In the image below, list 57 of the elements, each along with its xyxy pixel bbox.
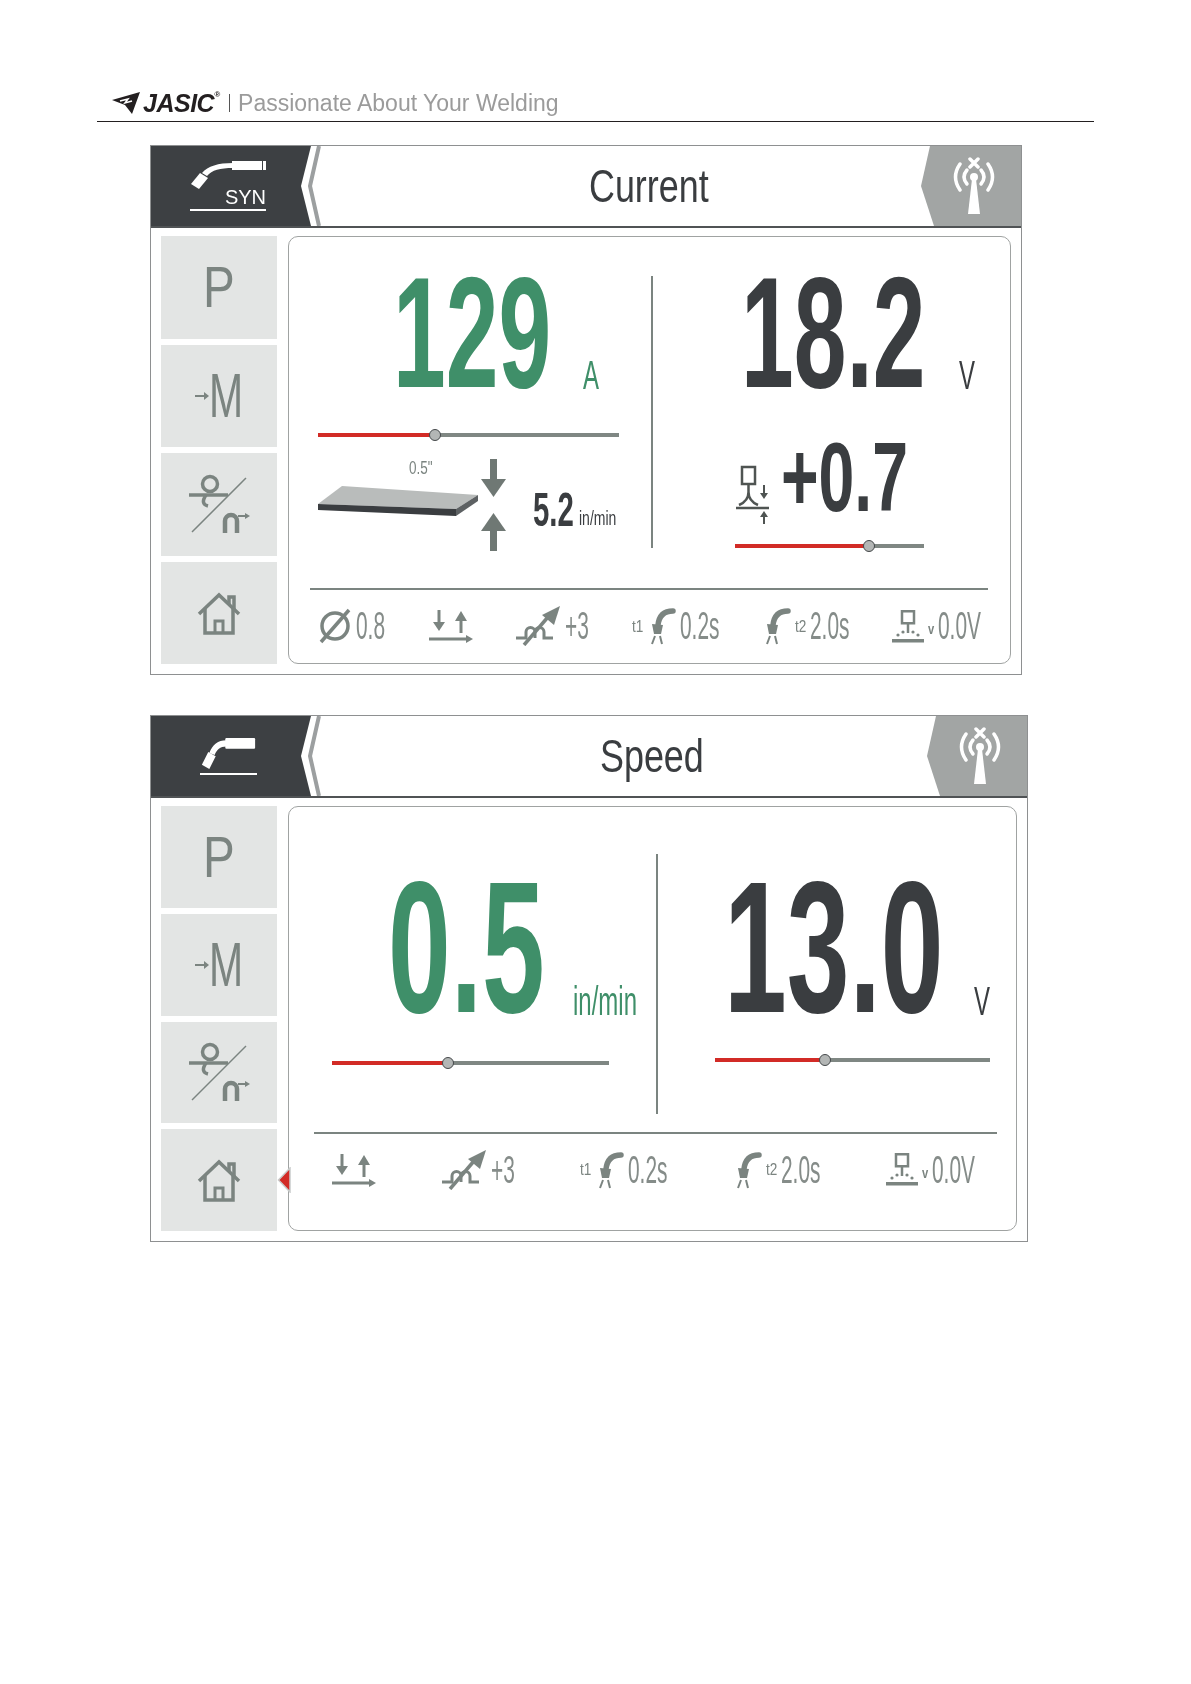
parameter-value: +3 bbox=[490, 1150, 515, 1189]
up-down-arrows-icon bbox=[329, 1152, 376, 1187]
slider-thumb[interactable] bbox=[429, 428, 442, 441]
home-icon bbox=[196, 1158, 242, 1203]
plate-icon bbox=[318, 484, 478, 517]
unit-label: A bbox=[583, 360, 600, 390]
reading-value: 129 bbox=[393, 276, 552, 390]
tagline: Passionate About Your Welding bbox=[238, 91, 559, 115]
speed-unit: in/min bbox=[578, 509, 617, 527]
welding-torch-icon bbox=[190, 161, 266, 189]
unit-label: V bbox=[974, 986, 991, 1016]
torch-plate-icon bbox=[886, 1153, 919, 1187]
reading-value: 18.2 bbox=[740, 276, 925, 390]
icon-tag: v bbox=[922, 1165, 929, 1180]
parameter-value: 2.0s bbox=[781, 1150, 821, 1189]
welding-torch-icon bbox=[199, 737, 257, 770]
diameter-icon bbox=[318, 608, 353, 645]
slider-thumb[interactable] bbox=[862, 539, 875, 552]
brand-name: JASIC$^{®}$ bbox=[143, 90, 220, 116]
parameter-value: 0.0V bbox=[932, 1150, 976, 1189]
logo-icon bbox=[112, 92, 140, 114]
parameter-value: 2.0s bbox=[809, 607, 850, 646]
parameter-value: 0.2s bbox=[628, 1150, 668, 1189]
torch-plate-icon bbox=[891, 609, 924, 643]
unit-label: in/min bbox=[572, 986, 637, 1016]
up-down-arrows-icon bbox=[427, 609, 474, 644]
trim-value: +0.7 bbox=[780, 440, 908, 512]
torch-height-icon bbox=[734, 464, 770, 525]
slider-thumb[interactable] bbox=[818, 1054, 831, 1067]
icon-tag: v bbox=[927, 622, 934, 637]
thickness-arrows-icon bbox=[480, 458, 507, 551]
icon-tag: t2 bbox=[766, 1161, 778, 1179]
antenna-off-icon bbox=[958, 727, 1002, 785]
parameter-value: +3 bbox=[565, 607, 590, 646]
icon-tag: t2 bbox=[794, 617, 806, 635]
screen-title: Current bbox=[589, 163, 709, 209]
antenna-off-icon bbox=[952, 157, 996, 215]
parameter-value: 0.0V bbox=[937, 607, 981, 646]
arrow-icon bbox=[194, 391, 209, 400]
mode-label: SYN bbox=[224, 189, 266, 206]
wire-feed-icon bbox=[188, 1042, 250, 1103]
arrow-icon bbox=[194, 960, 209, 969]
slider-thumb[interactable] bbox=[442, 1057, 455, 1070]
reading-value: 13.0 bbox=[723, 880, 944, 1016]
wire-feed-icon bbox=[188, 474, 250, 535]
reading-value: 0.5 bbox=[388, 880, 545, 1016]
icon-tag: t1 bbox=[631, 617, 643, 635]
sidebar-button[interactable] bbox=[161, 1129, 291, 1231]
wave-arrow-icon bbox=[515, 606, 562, 647]
thickness-label: 0.5" bbox=[409, 458, 433, 477]
unit-label: V bbox=[958, 360, 975, 390]
speed-value: 5.2 bbox=[533, 491, 574, 527]
wave-arrow-icon bbox=[440, 1149, 487, 1190]
icon-tag: t1 bbox=[580, 1161, 592, 1179]
home-icon bbox=[196, 590, 242, 635]
parameter-value: 0.2s bbox=[679, 607, 720, 646]
parameter-value: 0.8 bbox=[356, 607, 386, 646]
